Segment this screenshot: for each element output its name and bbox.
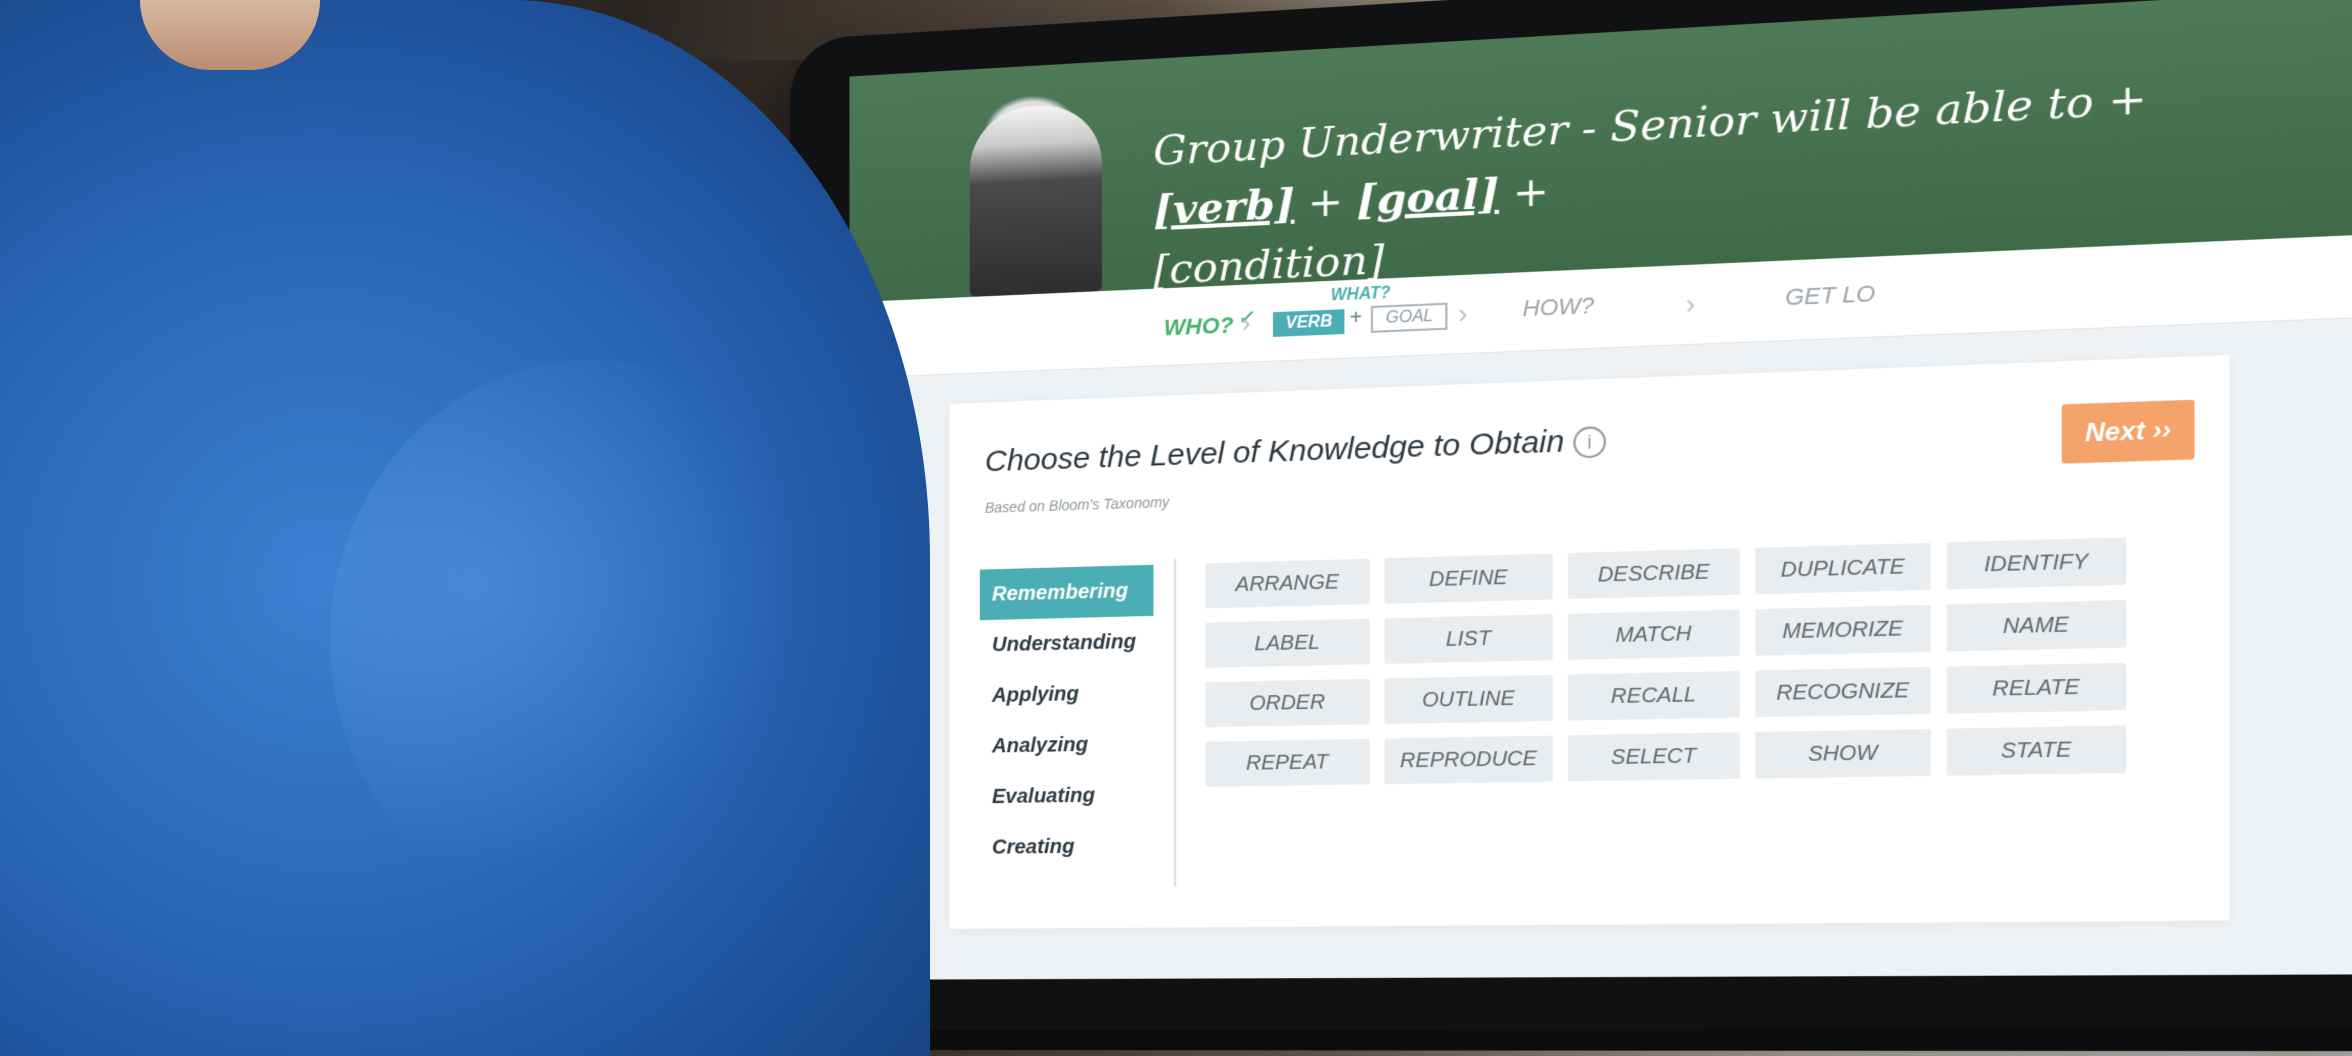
knowledge-level-card: Choose the Level of Knowledge to Obtain i… bbox=[949, 354, 2230, 929]
verb-chip-identify[interactable]: IDENTIFY bbox=[1946, 537, 2127, 590]
info-icon[interactable]: i bbox=[1573, 426, 1606, 459]
card-title-text: Choose the Level of Knowledge to Obtain bbox=[984, 424, 1565, 479]
formula-plus-1: + bbox=[1294, 177, 1357, 228]
role-subject: Group Underwriter - Senior bbox=[1153, 95, 1757, 176]
step-who[interactable]: WHO? ✓ bbox=[1164, 307, 1254, 342]
goal-token: [goal] bbox=[1356, 169, 1500, 225]
step-verb-chip[interactable]: VERB bbox=[1272, 309, 1345, 337]
einstein-illustration bbox=[969, 102, 1103, 297]
divider bbox=[1174, 558, 1177, 887]
verb-chip-state[interactable]: STATE bbox=[1946, 725, 2127, 776]
step-how[interactable]: HOW? bbox=[1523, 292, 1594, 322]
card-subtitle: Based on Bloom's Taxonomy bbox=[984, 493, 1170, 516]
verb-chip-duplicate[interactable]: DUPLICATE bbox=[1755, 542, 1931, 595]
step-who-label: WHO? bbox=[1163, 312, 1234, 341]
verb-token: [verb] bbox=[1153, 179, 1295, 235]
monitor-bezel-bottom bbox=[790, 1029, 2352, 1052]
level-applying[interactable]: Applying bbox=[980, 667, 1154, 721]
verb-chip-select[interactable]: SELECT bbox=[1567, 732, 1740, 782]
level-remembering[interactable]: Remembering bbox=[979, 564, 1154, 621]
verb-chip-list[interactable]: LIST bbox=[1384, 614, 1553, 664]
step-what-label: WHAT? bbox=[1330, 284, 1391, 305]
verb-chip-define[interactable]: DEFINE bbox=[1384, 553, 1553, 604]
next-button[interactable]: Next ›› bbox=[2061, 399, 2195, 464]
verb-chip-repeat[interactable]: REPEAT bbox=[1205, 738, 1370, 787]
verb-chip-label[interactable]: LABEL bbox=[1205, 618, 1370, 668]
verb-chip-recall[interactable]: RECALL bbox=[1567, 670, 1740, 721]
plus-sign: + bbox=[1349, 306, 1363, 330]
person-neck bbox=[140, 0, 320, 70]
verb-chip-relate[interactable]: RELATE bbox=[1946, 662, 2127, 714]
verb-chip-arrange[interactable]: ARRANGE bbox=[1205, 558, 1370, 609]
card-title: Choose the Level of Knowledge to Obtain i bbox=[985, 423, 1606, 480]
verb-chip-show[interactable]: SHOW bbox=[1755, 728, 1931, 779]
level-evaluating[interactable]: Evaluating bbox=[980, 769, 1154, 822]
verb-chip-name[interactable]: NAME bbox=[1946, 600, 2127, 652]
chevron-right-icon: › bbox=[1685, 287, 1696, 320]
app-screen: Group Underwriter - Senior will be able … bbox=[849, 0, 2352, 980]
level-creating[interactable]: Creating bbox=[980, 820, 1154, 873]
verb-chip-describe[interactable]: DESCRIBE bbox=[1567, 548, 1740, 600]
chevron-right-icon: › bbox=[1458, 297, 1468, 330]
shirt-fold bbox=[330, 360, 850, 920]
level-analyzing[interactable]: Analyzing bbox=[980, 718, 1154, 772]
verb-chip-reproduce[interactable]: REPRODUCE bbox=[1384, 735, 1553, 785]
verb-chip-outline[interactable]: OUTLINE bbox=[1384, 674, 1553, 725]
step-get-lo[interactable]: GET LO bbox=[1785, 280, 1875, 311]
formula-plus-2: + bbox=[1499, 167, 1549, 219]
verb-chip-recognize[interactable]: RECOGNIZE bbox=[1755, 666, 1931, 718]
verb-chip-order[interactable]: ORDER bbox=[1205, 678, 1370, 728]
step-goal-chip[interactable]: GOAL bbox=[1370, 302, 1448, 333]
verb-chip-memorize[interactable]: MEMORIZE bbox=[1755, 604, 1931, 656]
chevron-right-icon: › bbox=[1241, 307, 1251, 339]
level-understanding[interactable]: Understanding bbox=[980, 616, 1154, 671]
verb-grid: ARRANGE DEFINE DESCRIBE DUPLICATE IDENTIFY LA… bbox=[1205, 535, 2194, 787]
person-blue-shirt bbox=[0, 0, 930, 1056]
monitor: Group Underwriter - Senior will be able … bbox=[790, 0, 2352, 1052]
level-list: Remembering Understanding Applying Analyzin… bbox=[979, 564, 1154, 873]
formula-phrase: will be able to + bbox=[1756, 74, 2147, 145]
verb-chip-match[interactable]: MATCH bbox=[1567, 609, 1740, 660]
